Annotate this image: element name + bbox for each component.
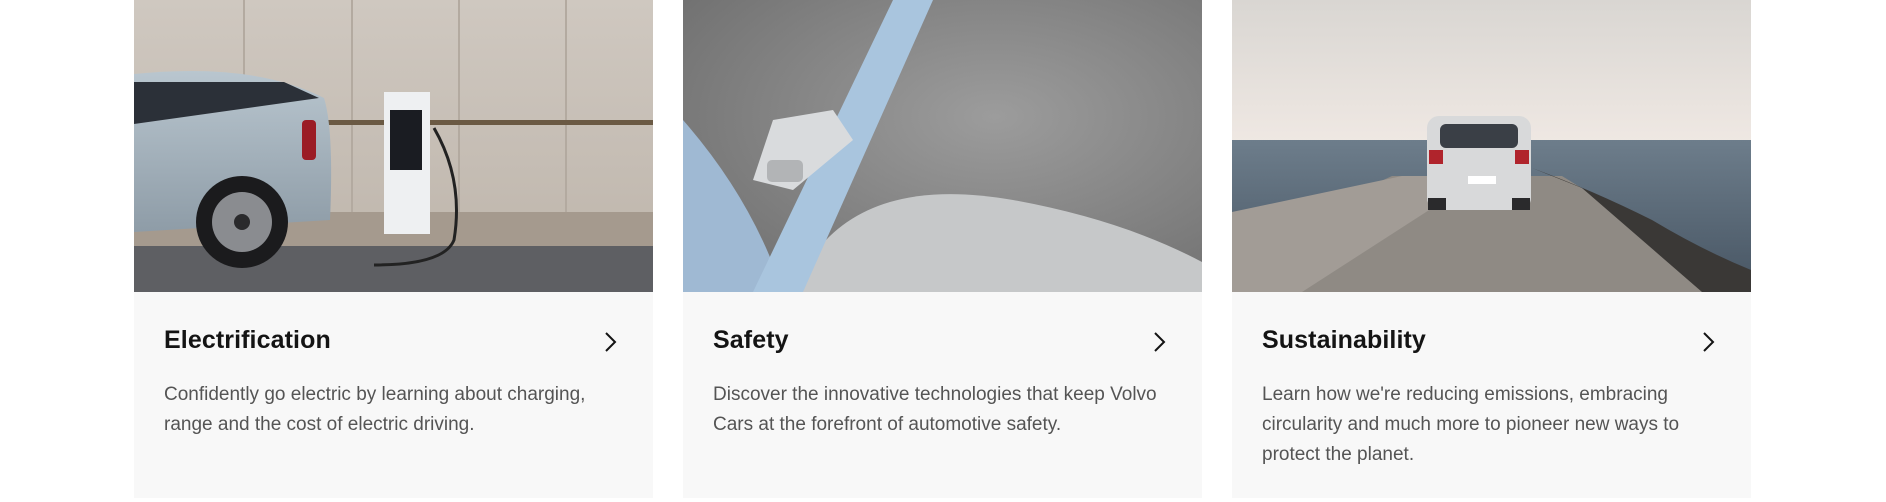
card-title: Electrification [164, 326, 331, 354]
card-title: Sustainability [1262, 326, 1426, 354]
card-safety[interactable]: Safety Discover the innovative technolog… [683, 0, 1202, 498]
category-cards: Electrification Confidently go electric … [134, 0, 1752, 502]
seat-belt-image [683, 0, 1202, 292]
card-description: Learn how we're reducing emissions, embr… [1262, 384, 1680, 465]
electric-car-charging-image [134, 0, 653, 292]
chevron-right-icon[interactable] [1150, 330, 1168, 354]
chevron-right-icon[interactable] [601, 330, 619, 354]
suv-on-pier-image [1232, 0, 1751, 292]
card-description: Discover the innovative technologies tha… [713, 384, 1157, 435]
card-title: Safety [713, 326, 789, 354]
card-electrification[interactable]: Electrification Confidently go electric … [134, 0, 653, 498]
card-description: Confidently go electric by learning abou… [164, 384, 586, 435]
chevron-right-icon[interactable] [1699, 330, 1717, 354]
card-sustainability[interactable]: Sustainability Learn how we're reducing … [1232, 0, 1751, 498]
